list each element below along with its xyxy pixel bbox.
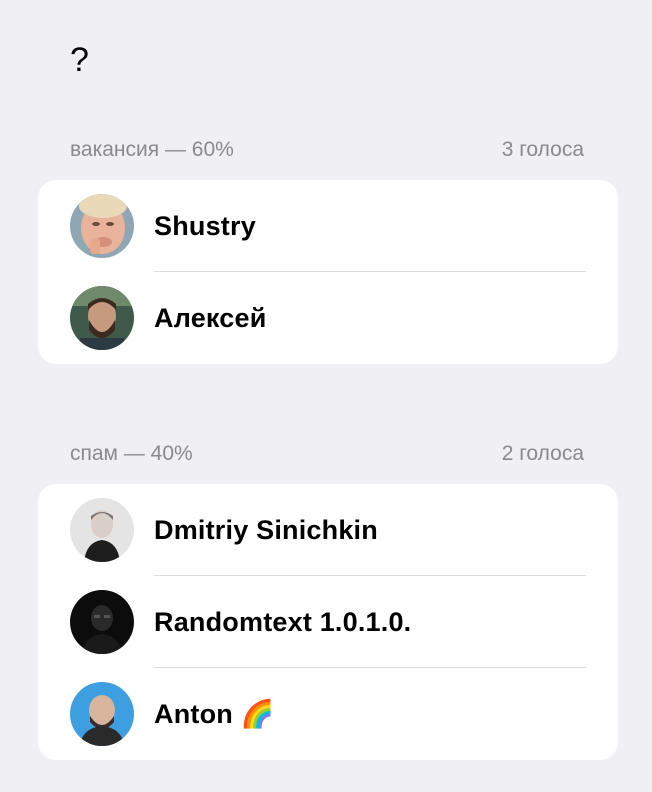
voter-row[interactable]: Anton 🌈 xyxy=(38,668,618,760)
vote-count: 2 голоса xyxy=(501,442,584,465)
voter-row[interactable]: Shustry xyxy=(38,180,618,272)
voters-card-spam: Dmitriy Sinichkin Randomtext 1.0.1.0. An… xyxy=(38,484,618,760)
avatar xyxy=(70,682,134,746)
voter-name: Алексей xyxy=(154,302,267,333)
poll-results-page: ? вакансия — 60% 3 голоса Shustry Алексе… xyxy=(0,0,652,792)
voter-name: Anton 🌈 xyxy=(154,699,275,729)
voter-name: Dmitriy Sinichkin xyxy=(154,514,378,545)
option-label: вакансия — 60% xyxy=(70,138,234,161)
avatar xyxy=(70,590,134,654)
avatar xyxy=(70,498,134,562)
vote-count: 3 голоса xyxy=(501,138,584,161)
voter-row[interactable]: Randomtext 1.0.1.0. xyxy=(38,576,618,668)
option-label: спам — 40% xyxy=(70,442,193,465)
option-header-spam: спам — 40% 2 голоса xyxy=(70,441,584,467)
avatar xyxy=(70,286,134,350)
voter-name: Randomtext 1.0.1.0. xyxy=(154,606,412,637)
voter-row[interactable]: Dmitriy Sinichkin xyxy=(38,484,618,576)
avatar xyxy=(70,194,134,258)
option-header-vacancy: вакансия — 60% 3 голоса xyxy=(70,137,584,163)
voter-name: Shustry xyxy=(154,210,256,241)
poll-question: ? xyxy=(70,41,89,79)
voter-row[interactable]: Алексей xyxy=(38,272,618,364)
voters-card-vacancy: Shustry Алексей xyxy=(38,180,618,364)
